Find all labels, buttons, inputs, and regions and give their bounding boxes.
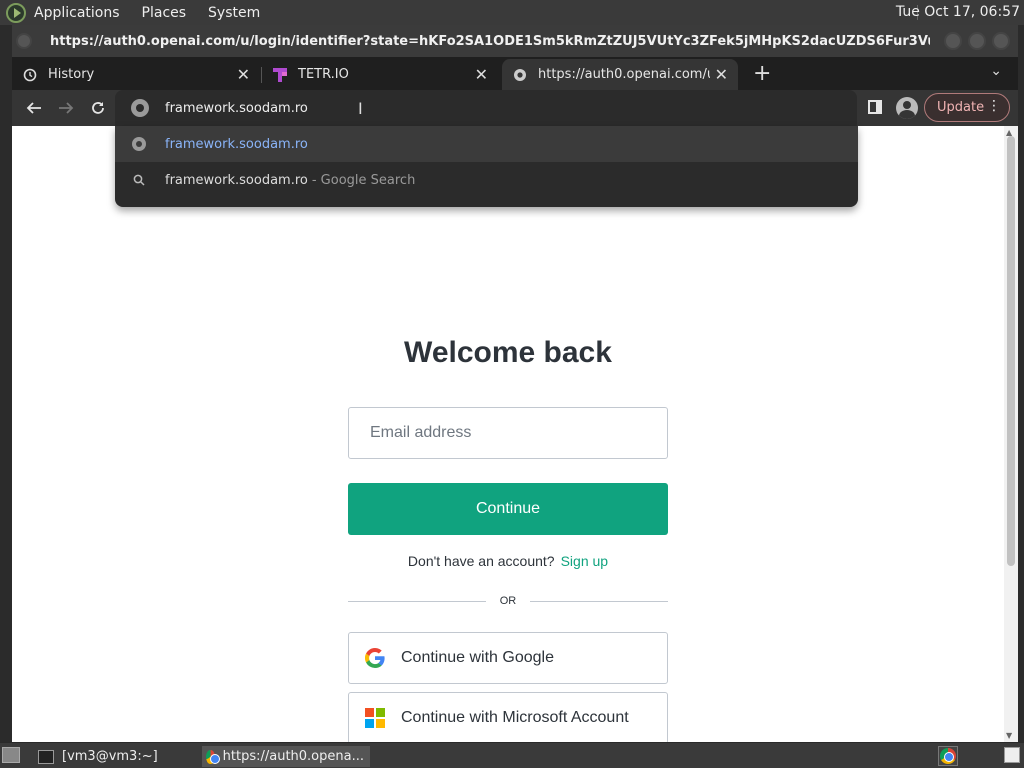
update-label: Update — [937, 100, 985, 115]
task-label: [vm3@vm3:~] — [62, 749, 158, 764]
scroll-down-icon[interactable]: ▼ — [1006, 731, 1012, 740]
clock[interactable]: Tue Oct 17, 06:57 — [896, 4, 1020, 20]
address-input[interactable] — [165, 100, 765, 116]
task-label: https://auth0.opena... — [222, 749, 364, 764]
continue-button[interactable]: Continue — [348, 483, 668, 535]
close-tab-icon[interactable]: ✕ — [237, 65, 250, 84]
window-menu-icon[interactable] — [16, 33, 32, 49]
signup-link[interactable]: Sign up — [561, 553, 608, 569]
suggestion-query: framework.soodam.ro — [165, 172, 308, 188]
terminal-icon — [38, 749, 54, 764]
tab-strip: History ✕ TETR.IO ✕ https://auth0.openai… — [12, 57, 1018, 90]
menu-applications[interactable]: Applications — [34, 5, 120, 21]
google-label: Continue with Google — [401, 649, 554, 666]
tab-search-chevron-icon[interactable]: ⌄ — [990, 63, 1002, 79]
signup-row: Don't have an account? Sign up — [12, 553, 1004, 569]
email-field[interactable]: Email address — [348, 407, 668, 459]
minimize-button[interactable] — [944, 32, 962, 50]
google-icon — [364, 648, 385, 668]
no-account-text: Don't have an account? — [407, 553, 555, 569]
system-logo-icon[interactable] — [6, 2, 26, 23]
address-bar[interactable]: I — [115, 90, 857, 126]
microsoft-login-button[interactable]: Continue with Microsoft Account — [348, 692, 668, 744]
side-panel-icon[interactable] — [868, 100, 882, 114]
profile-avatar-icon[interactable] — [896, 97, 918, 119]
menu-system[interactable]: System — [208, 5, 260, 21]
or-label: OR — [499, 595, 517, 607]
scrollbar-thumb[interactable] — [1007, 136, 1015, 566]
tetrio-icon — [272, 67, 288, 83]
tray-chrome-icon[interactable] — [938, 746, 958, 766]
back-arrow-icon[interactable] — [23, 97, 45, 119]
tab-auth0[interactable]: https://auth0.openai.com/u/lo ✕ — [502, 59, 738, 90]
forward-arrow-icon[interactable] — [55, 97, 77, 119]
tab-tetrio[interactable]: TETR.IO ✕ — [262, 59, 498, 90]
show-desktop-icon[interactable] — [2, 747, 20, 763]
microsoft-label: Continue with Microsoft Account — [401, 709, 629, 726]
close-tab-icon[interactable]: ✕ — [475, 65, 488, 84]
globe-icon — [131, 137, 147, 151]
reload-icon[interactable] — [87, 97, 109, 119]
top-panel: Applications Places System Tue Oct 17, 0… — [0, 0, 1024, 25]
close-window-button[interactable] — [992, 32, 1010, 50]
close-tab-icon[interactable]: ✕ — [715, 65, 728, 84]
window-titlebar[interactable]: https://auth0.openai.com/u/login/identif… — [12, 25, 1018, 57]
google-login-button[interactable]: Continue with Google — [348, 632, 668, 684]
workspace-switcher-icon[interactable] — [1004, 747, 1020, 763]
window-controls — [944, 32, 1010, 50]
menu-places[interactable]: Places — [142, 5, 187, 21]
task-browser[interactable]: https://auth0.opena... — [202, 746, 370, 767]
history-icon — [22, 67, 38, 83]
microsoft-icon — [365, 708, 385, 728]
chrome-icon — [206, 749, 220, 764]
or-divider: OR — [348, 592, 668, 610]
maximize-button[interactable] — [968, 32, 986, 50]
window-title: https://auth0.openai.com/u/login/identif… — [50, 33, 930, 49]
text-cursor-icon: I — [358, 99, 363, 118]
task-terminal[interactable]: [vm3@vm3:~] — [38, 746, 198, 767]
globe-icon — [131, 99, 149, 117]
page-title: Welcome back — [404, 336, 612, 369]
page-content: Welcome back Email address Continue Don'… — [12, 126, 1018, 744]
new-tab-icon[interactable]: + — [753, 61, 771, 86]
tab-history[interactable]: History ✕ — [12, 59, 260, 90]
search-icon — [131, 174, 147, 186]
omnibox-suggestions: framework.soodam.ro framework.soodam.ro … — [115, 126, 858, 207]
browser-toolbar: I Update ⋮ — [12, 90, 1018, 126]
tab-label: History — [48, 67, 95, 82]
globe-icon — [512, 67, 528, 83]
tab-label: TETR.IO — [298, 67, 349, 82]
suggestion-item[interactable]: framework.soodam.ro — [115, 126, 858, 162]
page-scrollbar[interactable]: ▲ ▼ — [1004, 126, 1018, 742]
taskbar: [vm3@vm3:~] https://auth0.opena... — [0, 742, 1024, 768]
update-button[interactable]: Update ⋮ — [924, 93, 1010, 122]
suggestion-url: framework.soodam.ro — [165, 136, 308, 152]
suggestion-item[interactable]: framework.soodam.ro - Google Search — [115, 162, 858, 198]
tab-label: https://auth0.openai.com/u/lo — [538, 67, 710, 82]
divider-line — [348, 600, 486, 602]
divider-line — [530, 600, 668, 602]
more-menu-icon[interactable]: ⋮ — [987, 98, 1001, 114]
suggestion-suffix: - Google Search — [311, 172, 416, 188]
